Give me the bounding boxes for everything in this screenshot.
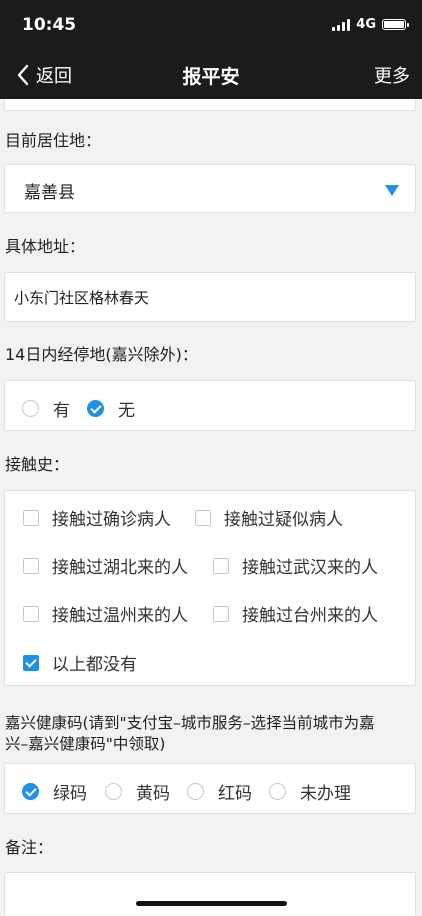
residence-label: 目前居住地： <box>5 131 102 150</box>
radio-unchecked-icon <box>187 783 204 800</box>
health-code-option-green[interactable]: 绿码 <box>22 779 87 804</box>
home-indicator <box>136 901 287 906</box>
option-label: 接触过台州来的人 <box>242 606 378 626</box>
battery-icon <box>382 19 409 30</box>
option-label: 绿码 <box>53 784 87 804</box>
health-code-label-line1: 嘉兴健康码(请到"支付宝–城市服务–选择当前城市为嘉 <box>5 714 375 732</box>
contact-label: 接触史： <box>5 455 70 474</box>
residence-select[interactable]: 嘉善县 <box>4 164 416 213</box>
radio-unchecked-icon <box>105 783 122 800</box>
status-indicators: 4G <box>332 17 409 32</box>
navigation-bar: 返回 报平安 更多 <box>0 50 422 99</box>
address-value: 小东门社区格林春天 <box>14 289 150 307</box>
option-label: 黄码 <box>136 784 170 804</box>
remarks-label: 备注： <box>5 838 54 857</box>
contact-option-hubei[interactable]: 接触过湖北来的人 <box>23 553 188 578</box>
health-code-option-red[interactable]: 红码 <box>187 779 252 804</box>
health-code-radio-group: 绿码 黄码 红码 未办理 <box>4 763 416 814</box>
contact-checkbox-group: 接触过确诊病人 接触过疑似病人 接触过湖北来的人 接触过武汉来的人 接触过温州来… <box>4 490 416 686</box>
contact-option-wenzhou[interactable]: 接触过温州来的人 <box>23 601 188 626</box>
more-button[interactable]: 更多 <box>374 62 410 88</box>
status-bar: 10:45 4G <box>0 0 422 50</box>
radio-checked-icon <box>87 400 104 417</box>
option-label: 有 <box>53 401 70 421</box>
status-time: 10:45 <box>22 15 77 35</box>
dropdown-arrow-icon <box>385 185 399 196</box>
signal-icon <box>332 18 351 31</box>
checkbox-unchecked-icon <box>23 509 39 526</box>
remarks-input[interactable] <box>4 872 416 916</box>
address-label: 具体地址： <box>5 237 86 256</box>
option-label: 接触过湖北来的人 <box>52 558 188 578</box>
network-type: 4G <box>356 17 376 32</box>
health-code-label: 嘉兴健康码(请到"支付宝–城市服务–选择当前城市为嘉 兴–嘉兴健康码"中领取) <box>5 713 417 755</box>
stopover-option-no[interactable]: 无 <box>87 396 135 421</box>
contact-option-suspected[interactable]: 接触过疑似病人 <box>195 505 343 530</box>
health-code-option-none[interactable]: 未办理 <box>269 779 351 804</box>
health-code-option-yellow[interactable]: 黄码 <box>105 779 170 804</box>
address-input[interactable]: 小东门社区格林春天 <box>4 272 416 322</box>
checkbox-unchecked-icon <box>213 605 229 622</box>
option-label: 以上都没有 <box>52 655 137 675</box>
contact-option-wuhan[interactable]: 接触过武汉来的人 <box>213 553 378 578</box>
radio-unchecked-icon <box>22 400 39 417</box>
checkbox-unchecked-icon <box>23 605 39 622</box>
stopover-radio-group: 有 无 <box>4 380 416 431</box>
previous-field-box <box>4 99 416 111</box>
checkbox-unchecked-icon <box>23 557 39 574</box>
checkbox-checked-icon <box>23 654 39 671</box>
page-title: 报平安 <box>182 66 240 88</box>
contact-option-taizhou[interactable]: 接触过台州来的人 <box>213 601 378 626</box>
residence-value: 嘉善县 <box>24 183 75 203</box>
option-label: 接触过疑似病人 <box>224 510 343 530</box>
option-label: 接触过温州来的人 <box>52 606 188 626</box>
option-label: 接触过确诊病人 <box>52 510 171 530</box>
stopover-option-yes[interactable]: 有 <box>22 396 70 421</box>
radio-checked-icon <box>22 783 39 800</box>
stopover-label: 14日内经停地(嘉兴除外)： <box>5 345 198 364</box>
option-label: 无 <box>118 401 135 421</box>
checkbox-unchecked-icon <box>213 557 229 574</box>
radio-unchecked-icon <box>269 783 286 800</box>
health-code-label-line2: 兴–嘉兴健康码"中领取) <box>5 735 166 753</box>
checkbox-unchecked-icon <box>195 509 211 526</box>
contact-option-confirmed[interactable]: 接触过确诊病人 <box>23 505 171 530</box>
option-label: 未办理 <box>300 784 351 804</box>
option-label: 红码 <box>218 784 252 804</box>
option-label: 接触过武汉来的人 <box>242 558 378 578</box>
contact-option-none[interactable]: 以上都没有 <box>23 650 137 675</box>
